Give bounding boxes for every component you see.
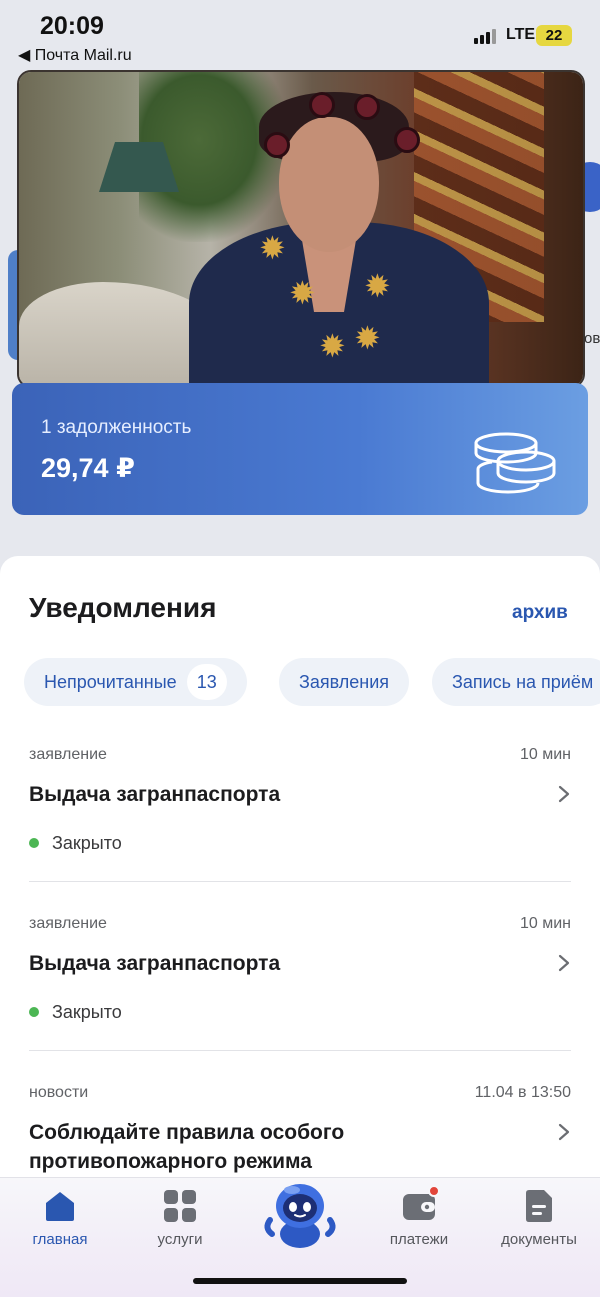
signal-icon [474,29,496,44]
notification-time: 10 мин [519,746,571,763]
status-dot-icon [29,1007,39,1017]
filter-chip-applications[interactable]: Заявления [279,658,410,706]
video-overlay[interactable]: ✹ ✹ ✹ ✹ ✹ [17,70,585,388]
chip-label: Заявления [299,672,390,692]
status-time: 20:09 [40,12,104,40]
debt-card[interactable]: 1 задолженность 29,74 ₽ [12,383,588,515]
divider [29,1050,571,1051]
chip-label: Запись на приём [452,672,594,692]
status-dot-icon [29,838,39,848]
notification-title: Выдача загранпаспорта [29,783,281,806]
grid-icon [164,1190,196,1222]
unread-count-badge: 13 [186,664,227,700]
debt-amount: 29,74 ₽ [41,453,135,483]
notification-item[interactable]: заявление 10 мин Выдача загранпаспорта З… [29,746,571,856]
notifications-title: Уведомления [29,592,217,623]
filter-chip-unread[interactable]: Непрочитанные 13 [24,658,247,706]
home-icon [46,1192,74,1221]
status-bar: 20:09 ◀ Почта Mail.ru LTE 22 [0,0,600,70]
archive-link[interactable]: архив [512,602,568,624]
robot-assistant-icon[interactable] [262,1178,338,1252]
payments-notification-dot [428,1185,440,1197]
tab-label: платежи [389,1231,449,1248]
notification-category: заявление [29,746,107,763]
chevron-right-icon [558,785,570,803]
battery-icon: 22 [536,25,572,46]
notification-title: Соблюдайте правила особого противопожарн… [29,1121,345,1173]
video-scene: ✹ ✹ ✹ ✹ ✹ [19,72,583,386]
notification-time: 11.04 в 13:50 [474,1084,571,1101]
coins-icon [474,432,556,494]
tab-home[interactable]: главная [5,1186,115,1256]
notification-category: новости [29,1084,89,1101]
network-type: LTE [506,26,536,43]
document-icon [526,1190,552,1222]
debt-label: 1 задолженность [41,417,192,438]
tab-payments[interactable]: платежи [364,1186,474,1256]
notification-title: Выдача загранпаспорта [29,952,281,975]
home-indicator[interactable] [193,1278,407,1284]
notification-time: 10 мин [519,915,571,932]
filter-chips: Непрочитанные 13 Заявления Запись на приё… [24,658,600,706]
tab-label: документы [501,1231,577,1248]
back-to-app-link[interactable]: ◀ Почта Mail.ru [18,45,132,65]
status-text: Закрыто [52,833,122,853]
tab-label: главная [32,1231,88,1248]
tab-services[interactable]: услуги [125,1186,235,1256]
notification-item[interactable]: новости 11.04 в 13:50 Соблюдайте правила… [29,1084,571,1184]
chevron-right-icon [558,1123,570,1141]
divider [29,881,571,882]
chip-label: Непрочитанные [44,672,177,692]
notification-item[interactable]: заявление 10 мин Выдача загранпаспорта З… [29,915,571,1025]
filter-chip-appointments[interactable]: Запись на приём [432,658,600,706]
status-text: Закрыто [52,1002,122,1022]
background-partial-text: ов [584,330,600,347]
tab-documents[interactable]: документы [484,1186,594,1256]
tab-label: услуги [157,1231,203,1248]
chevron-right-icon [558,954,570,972]
notification-category: заявление [29,915,107,932]
